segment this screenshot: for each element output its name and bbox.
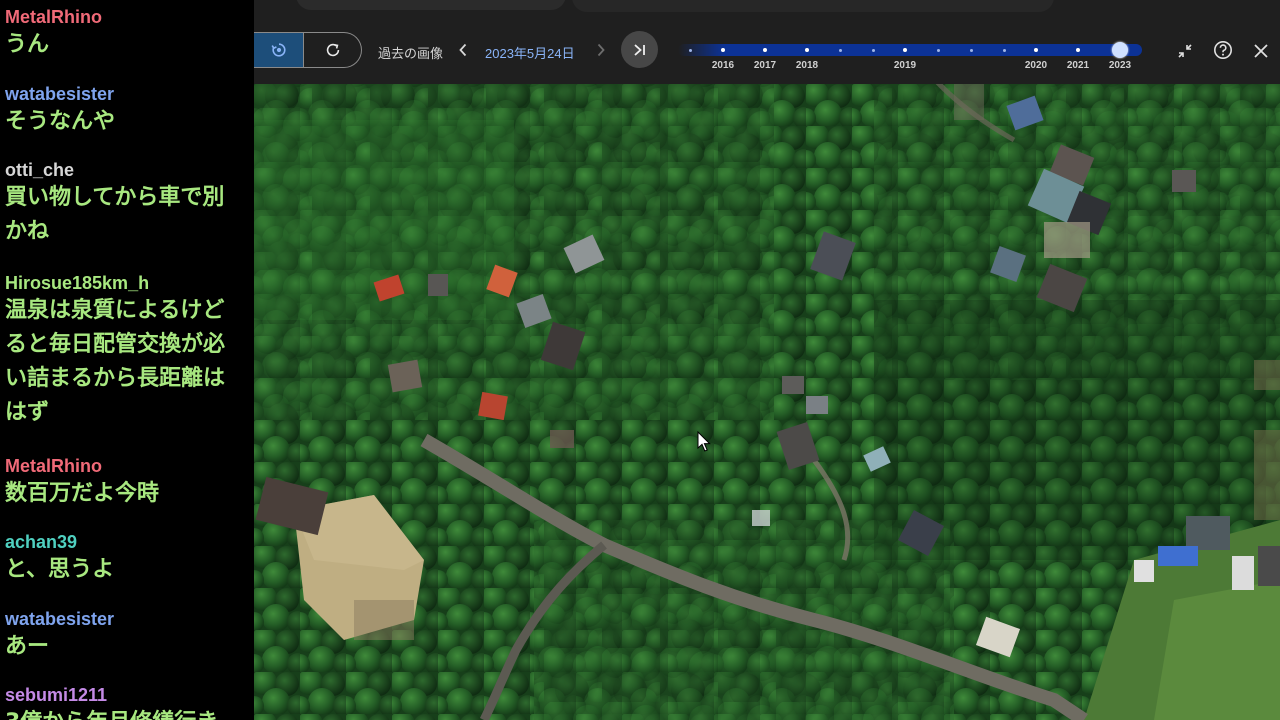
chat-message-text: い詰まるから長距離は (5, 366, 226, 391)
timeline-tick[interactable] (1002, 48, 1006, 52)
chat-message-text: 数百万だよ今時 (5, 481, 160, 506)
year-label: 2017 (753, 60, 777, 71)
chat-message-text: ると毎日配管交換が必 (5, 332, 226, 357)
chat-message: MetalRhino 数百万だよ今時 (5, 455, 254, 511)
timeline-tick-2021[interactable] (1076, 48, 1080, 52)
close-button[interactable] (1250, 40, 1272, 62)
timeline-tick[interactable] (838, 48, 842, 52)
satellite-imagery (254, 0, 1280, 720)
help-button[interactable] (1212, 39, 1234, 61)
timeline-tick-2016[interactable] (721, 48, 725, 52)
chat-message: achan39 と、思うよ (5, 531, 254, 587)
rotate-icon (326, 43, 339, 57)
mouse-cursor-icon (697, 431, 711, 452)
chat-message: sebumi1211 3億から年月修繕行き (5, 684, 254, 720)
chat-username: MetalRhino (5, 7, 102, 27)
collapse-button[interactable] (1174, 40, 1196, 62)
close-icon (1254, 44, 1268, 58)
timeline-tick[interactable] (969, 48, 973, 52)
rotate-view-button[interactable] (303, 33, 361, 67)
satellite-map[interactable] (254, 0, 1280, 720)
chat-message: watabesister あー (5, 608, 254, 664)
chat-message: otti_che 買い物してから車で別 かね (5, 159, 254, 249)
year-label-selected: 2023 (1108, 60, 1132, 71)
year-label: 2019 (893, 60, 917, 71)
help-icon (1214, 41, 1232, 59)
timeline-handle-2023[interactable] (1112, 42, 1128, 58)
chevron-right-icon (597, 43, 605, 57)
historical-imagery-mode-button[interactable] (254, 33, 304, 67)
year-label: 2021 (1066, 60, 1090, 71)
next-date-button[interactable] (592, 40, 610, 60)
timeline-tick[interactable] (936, 48, 940, 52)
skip-to-latest-button[interactable] (621, 31, 658, 68)
chat-panel: MetalRhino うん watabesister そうなんや otti_ch… (0, 0, 254, 720)
chat-message: watabesister そうなんや (5, 83, 254, 139)
chat-message-text: そうなんや (5, 109, 116, 134)
chevron-left-icon (459, 43, 467, 57)
skip-to-latest-icon (633, 43, 645, 56)
chat-username: watabesister (5, 609, 115, 629)
timeline-track (678, 44, 1142, 56)
chat-message-text: かね (5, 219, 50, 244)
chat-message-text: はず (5, 400, 50, 425)
timeline-tick-2018[interactable] (805, 48, 809, 52)
chat-message-text: 買い物してから車で別 (5, 185, 225, 210)
timeline-tick[interactable] (688, 48, 692, 52)
year-label: 2018 (795, 60, 819, 71)
chat-username: Hirosue185km_h (5, 273, 150, 293)
timeline-tick-2017[interactable] (763, 48, 767, 52)
chat-message-text: あー (5, 634, 50, 659)
chat-message-text: うん (5, 32, 50, 57)
chat-message-text: 3億から年月修繕行き (5, 706, 254, 720)
chat-username: sebumi1211 (5, 685, 108, 705)
timeline-tick-2020[interactable] (1034, 48, 1038, 52)
view-mode-toggle (254, 32, 362, 68)
search-bar[interactable] (296, 0, 566, 10)
history-eye-icon (271, 43, 286, 57)
timeline-tick-2019[interactable] (903, 48, 907, 52)
historical-imagery-label: 過去の画像 (378, 46, 444, 61)
current-date: 2023年5月24日 (485, 46, 575, 61)
chat-message-text: 温泉は泉質によるけど (5, 298, 225, 323)
year-label: 2016 (711, 60, 735, 71)
year-timeline-slider[interactable]: 2016 2017 2018 2019 2020 2021 2023 (678, 40, 1142, 76)
chat-message: Hirosue185km_h 温泉は泉質によるけど ると毎日配管交換が必 い詰ま… (5, 272, 254, 430)
top-toolbar (572, 0, 1054, 12)
chat-username: achan39 (5, 532, 78, 552)
chat-username: otti_che (5, 160, 75, 180)
chat-username: watabesister (5, 84, 115, 104)
chat-message: MetalRhino うん (5, 6, 254, 62)
collapse-icon (1178, 44, 1192, 58)
year-label: 2020 (1024, 60, 1048, 71)
previous-date-button[interactable] (454, 40, 472, 60)
timeline-tick[interactable] (871, 48, 875, 52)
chat-username: MetalRhino (5, 456, 102, 476)
historical-imagery-toolbar: 過去の画像 2023年5月24日 2016 2017 2018 2019 202… (254, 0, 1280, 84)
chat-message-text: と、思うよ (5, 557, 115, 582)
